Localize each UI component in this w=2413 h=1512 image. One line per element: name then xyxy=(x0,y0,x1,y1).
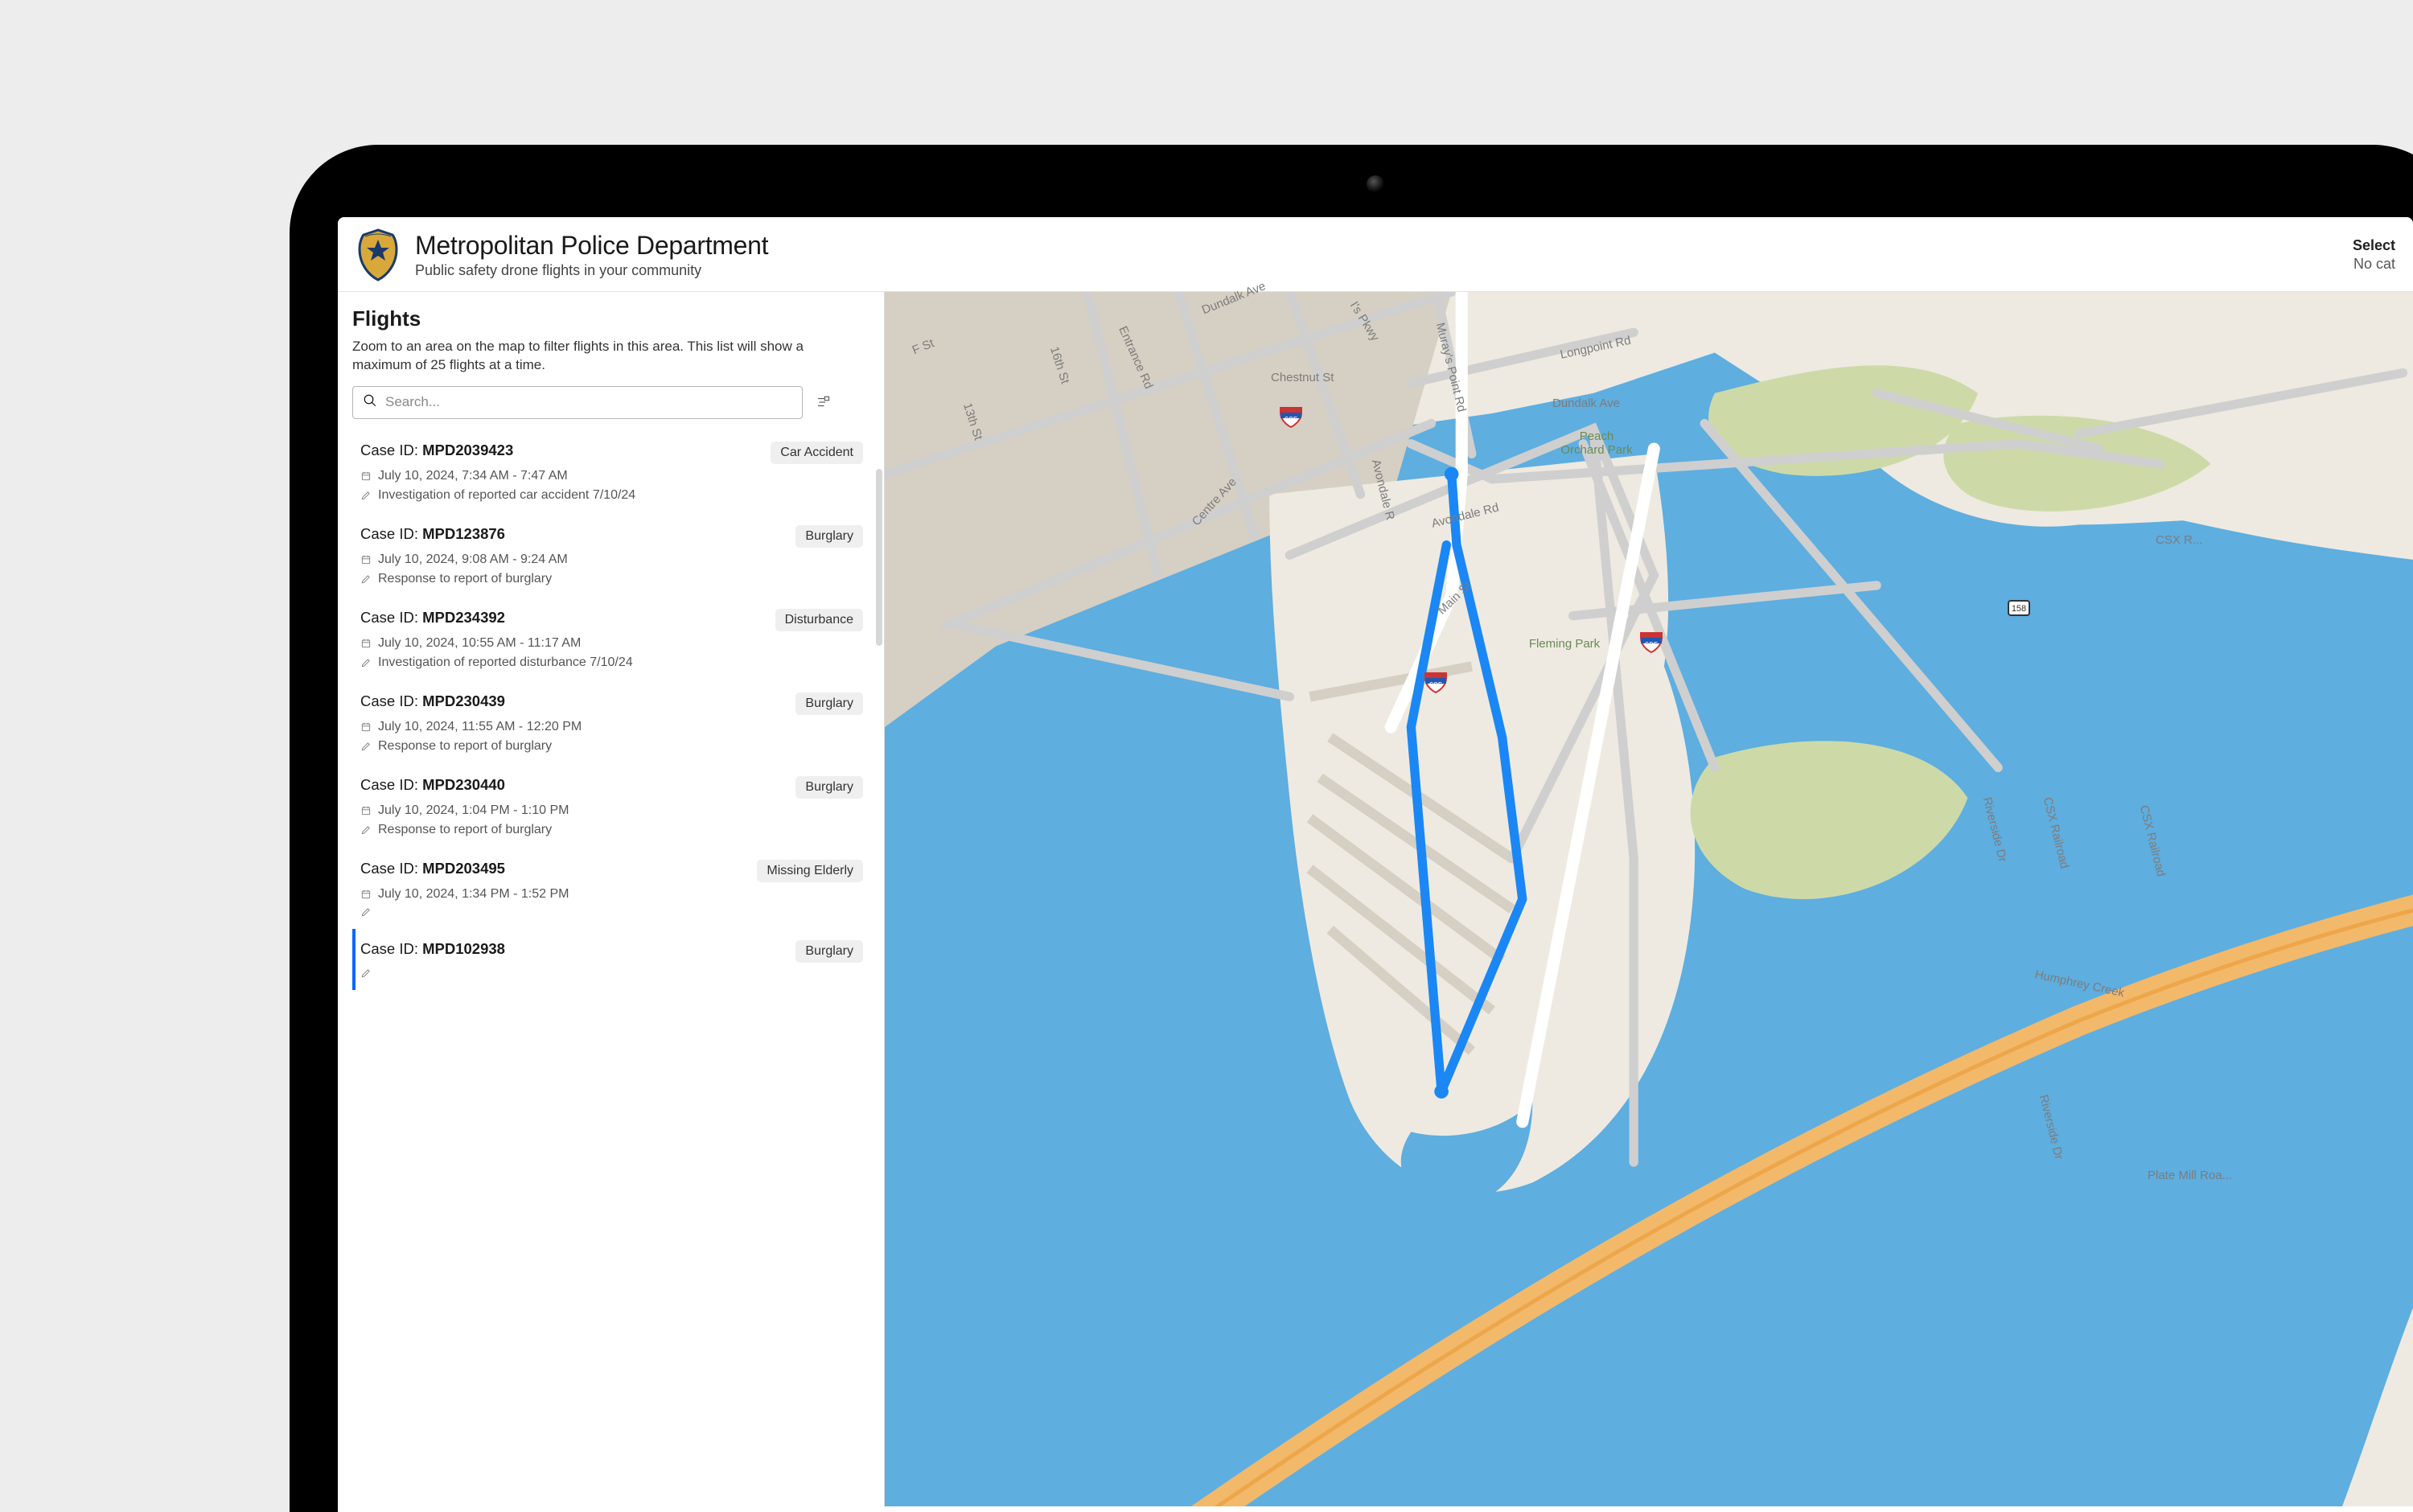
flight-time: July 10, 2024, 1:04 PM - 1:10 PM xyxy=(378,803,569,818)
calendar-icon xyxy=(360,721,372,733)
calendar-icon xyxy=(360,889,372,900)
case-id: Case ID: MPD234392 xyxy=(360,609,505,627)
header-left: Metropolitan Police Department Public sa… xyxy=(356,228,768,281)
case-id: Case ID: MPD102938 xyxy=(360,940,505,958)
flight-desc-row: Investigation of reported car accident 7… xyxy=(360,488,863,503)
calendar-icon xyxy=(360,470,372,482)
app-header: Metropolitan Police Department Public sa… xyxy=(338,217,2413,292)
flights-sidebar: Flights Zoom to an area on the map to fi… xyxy=(338,292,885,1506)
flight-desc-row: Investigation of reported disturbance 7/… xyxy=(360,655,863,670)
flight-desc-row: Response to report of burglary xyxy=(360,739,863,754)
flight-time-row: July 10, 2024, 1:34 PM - 1:52 PM xyxy=(360,887,863,902)
flight-time: July 10, 2024, 10:55 AM - 11:17 AM xyxy=(378,636,581,651)
flight-item[interactable]: Case ID: MPD234392 Disturbance July 10, 20… xyxy=(352,598,863,681)
flight-tag: Burglary xyxy=(795,940,863,963)
flight-desc: Response to report of burglary xyxy=(378,823,552,837)
sidebar-scrollbar-thumb[interactable] xyxy=(876,469,882,646)
flights-instructions: Zoom to an area on the map to filter fli… xyxy=(352,338,863,375)
flight-list: Case ID: MPD2039423 Car Accident July 10, … xyxy=(352,430,863,990)
flight-tag: Burglary xyxy=(795,692,863,715)
select-category-value: No cat xyxy=(2353,256,2395,273)
laptop-frame: Metropolitan Police Department Public sa… xyxy=(290,145,2413,1512)
flight-time-row: July 10, 2024, 1:04 PM - 1:10 PM xyxy=(360,803,863,818)
map-panel[interactable]: F St 13th St 16th St Entrance Rd Dundalk… xyxy=(885,292,2413,1506)
case-id: Case ID: MPD230440 xyxy=(360,776,505,794)
flight-desc-row: Response to report of burglary xyxy=(360,823,863,837)
page-subtitle: Public safety drone flights in your comm… xyxy=(415,262,768,279)
filter-icon[interactable] xyxy=(814,393,832,411)
flight-desc-row: Response to report of burglary xyxy=(360,572,863,586)
flight-time: July 10, 2024, 11:55 AM - 12:20 PM xyxy=(378,720,582,734)
flight-time: July 10, 2024, 7:34 AM - 7:47 AM xyxy=(378,469,568,483)
pencil-icon xyxy=(360,741,372,752)
calendar-icon xyxy=(360,638,372,649)
flight-desc: Investigation of reported car accident 7… xyxy=(378,488,635,503)
flight-item[interactable]: Case ID: MPD102938 Burglary xyxy=(352,929,863,990)
search-icon xyxy=(363,393,377,412)
select-category-label[interactable]: Select xyxy=(2353,237,2395,254)
search-input[interactable] xyxy=(385,394,792,410)
page-title: Metropolitan Police Department xyxy=(415,231,768,261)
flight-item[interactable]: Case ID: MPD230440 Burglary July 10, 2024,… xyxy=(352,765,863,848)
pencil-icon xyxy=(360,906,372,918)
flight-desc: Response to report of burglary xyxy=(378,572,552,586)
flight-time: July 10, 2024, 9:08 AM - 9:24 AM xyxy=(378,553,568,567)
sidebar-scrollbar[interactable] xyxy=(876,469,882,1498)
flight-item[interactable]: Case ID: MPD2039423 Car Accident July 10, … xyxy=(352,430,863,514)
app-body: Flights Zoom to an area on the map to fi… xyxy=(338,292,2413,1506)
flight-desc: Response to report of burglary xyxy=(378,739,552,754)
case-id: Case ID: MPD2039423 xyxy=(360,442,513,459)
header-right: Select No cat xyxy=(2353,237,2395,273)
flight-time-row: July 10, 2024, 10:55 AM - 11:17 AM xyxy=(360,636,863,651)
page-stage: Metropolitan Police Department Public sa… xyxy=(0,0,2413,1358)
flight-tag: Car Accident xyxy=(771,442,863,464)
flight-tag: Disturbance xyxy=(775,609,863,631)
case-id: Case ID: MPD203495 xyxy=(360,860,505,877)
flight-item[interactable]: Case ID: MPD230439 Burglary July 10, 2024,… xyxy=(352,681,863,765)
app-screen: Metropolitan Police Department Public sa… xyxy=(338,217,2413,1512)
calendar-icon xyxy=(360,805,372,816)
flight-time-row: July 10, 2024, 11:55 AM - 12:20 PM xyxy=(360,720,863,734)
title-block: Metropolitan Police Department Public sa… xyxy=(415,231,768,279)
flight-desc-row xyxy=(360,968,863,979)
camera-dot xyxy=(1367,175,1384,193)
pencil-icon xyxy=(360,824,372,836)
case-id: Case ID: MPD123876 xyxy=(360,525,505,543)
flight-tag: Burglary xyxy=(795,776,863,799)
flight-item[interactable]: Case ID: MPD203495 Missing Elderly July 10… xyxy=(352,848,863,929)
search-row xyxy=(352,386,863,419)
flight-time-row: July 10, 2024, 7:34 AM - 7:47 AM xyxy=(360,469,863,483)
flight-time: July 10, 2024, 1:34 PM - 1:52 PM xyxy=(378,887,569,902)
flight-tag: Missing Elderly xyxy=(757,860,863,882)
calendar-icon xyxy=(360,554,372,565)
pencil-icon xyxy=(360,968,372,979)
flight-desc-row xyxy=(360,906,863,918)
search-box[interactable] xyxy=(352,386,803,419)
flights-heading: Flights xyxy=(352,306,863,331)
flight-time-row: July 10, 2024, 9:08 AM - 9:24 AM xyxy=(360,553,863,567)
pencil-icon xyxy=(360,573,372,585)
flight-tag: Burglary xyxy=(795,525,863,548)
pencil-icon xyxy=(360,657,372,668)
police-badge-icon xyxy=(356,228,401,281)
flight-desc: Investigation of reported disturbance 7/… xyxy=(378,655,633,670)
pencil-icon xyxy=(360,490,372,501)
case-id: Case ID: MPD230439 xyxy=(360,692,505,710)
flight-item[interactable]: Case ID: MPD123876 Burglary July 10, 2024,… xyxy=(352,514,863,598)
